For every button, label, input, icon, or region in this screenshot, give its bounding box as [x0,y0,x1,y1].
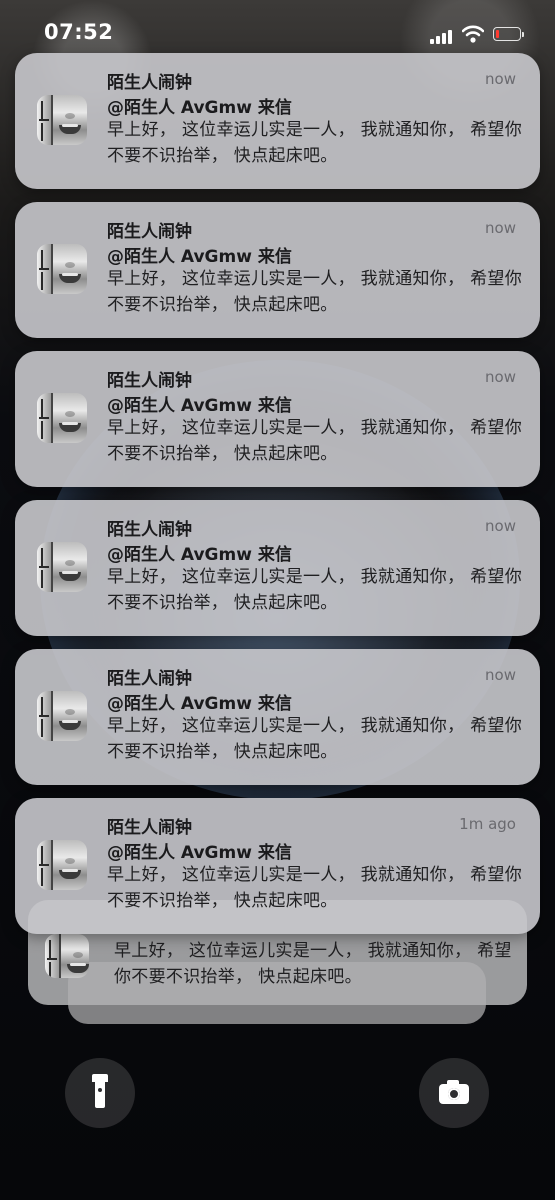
face-app-icon [37,95,87,145]
battery-level [496,30,499,38]
notification-time: now [485,368,516,386]
stacked-notification-body: 早上好， 这位幸运儿实是一人， 我就通知你， 希望你不要不识抬举， 快点起床吧。 [114,941,512,987]
notification-app-name: 陌生人闹钟 [107,669,192,689]
notification-body: 早上好， 这位幸运儿实是一人， 我就通知你， 希望你不要不识抬举， 快点起床吧。 [107,418,523,464]
notification-title: @陌生人 AvGmw 来信 [107,247,292,267]
wifi-icon [462,25,484,43]
notification-app-name: 陌生人闹钟 [107,73,192,93]
notification-time: now [485,219,516,237]
notification-card[interactable]: 陌生人闹钟 now @陌生人 AvGmw 来信 早上好， 这位幸运儿实是一人， 我就通… [15,649,540,785]
notification-app-name: 陌生人闹钟 [107,520,192,540]
notification-title: @陌生人 AvGmw 来信 [107,545,292,565]
camera-button[interactable] [419,1058,489,1128]
notification-time: now [485,70,516,88]
face-app-icon [45,934,89,978]
notification-card[interactable]: 陌生人闹钟 now @陌生人 AvGmw 来信 早上好， 这位幸运儿实是一人， 我就通… [15,53,540,189]
face-app-icon [37,840,87,890]
notification-title: @陌生人 AvGmw 来信 [107,694,292,714]
face-app-icon [37,691,87,741]
notification-body: 早上好， 这位幸运儿实是一人， 我就通知你， 希望你不要不识抬举， 快点起床吧。 [107,716,523,762]
notification-body: 早上好， 这位幸运儿实是一人， 我就通知你， 希望你不要不识抬举， 快点起床吧。 [107,120,523,166]
notification-app-name: 陌生人闹钟 [107,222,192,242]
cellular-signal-icon [430,28,454,44]
notification-time: now [485,517,516,535]
face-app-icon [37,393,87,443]
notification-card[interactable]: 陌生人闹钟 now @陌生人 AvGmw 来信 早上好， 这位幸运儿实是一人， 我就通… [15,500,540,636]
notification-body: 早上好， 这位幸运儿实是一人， 我就通知你， 希望你不要不识抬举， 快点起床吧。 [107,865,523,911]
notification-body: 早上好， 这位幸运儿实是一人， 我就通知你， 希望你不要不识抬举， 快点起床吧。 [107,567,523,613]
notification-card[interactable]: 陌生人闹钟 now @陌生人 AvGmw 来信 早上好， 这位幸运儿实是一人， 我就通… [15,202,540,338]
face-app-icon [37,244,87,294]
notification-body: 早上好， 这位幸运儿实是一人， 我就通知你， 希望你不要不识抬举， 快点起床吧。 [107,269,523,315]
notification-title: @陌生人 AvGmw 来信 [107,98,292,118]
notification-app-name: 陌生人闹钟 [107,818,192,838]
status-time: 07:52 [44,20,114,44]
notification-card[interactable]: 陌生人闹钟 now @陌生人 AvGmw 来信 早上好， 这位幸运儿实是一人， 我就通… [15,351,540,487]
notification-title: @陌生人 AvGmw 来信 [107,843,292,863]
battery-low-icon [493,27,524,41]
notification-card[interactable]: 陌生人闹钟 1m ago @陌生人 AvGmw 来信 早上好， 这位幸运儿实是一人， … [15,798,540,934]
flashlight-button[interactable] [65,1058,135,1128]
notification-app-name: 陌生人闹钟 [107,371,192,391]
notification-title: @陌生人 AvGmw 来信 [107,396,292,416]
notification-time: 1m ago [459,815,516,833]
face-app-icon [37,542,87,592]
notification-time: now [485,666,516,684]
